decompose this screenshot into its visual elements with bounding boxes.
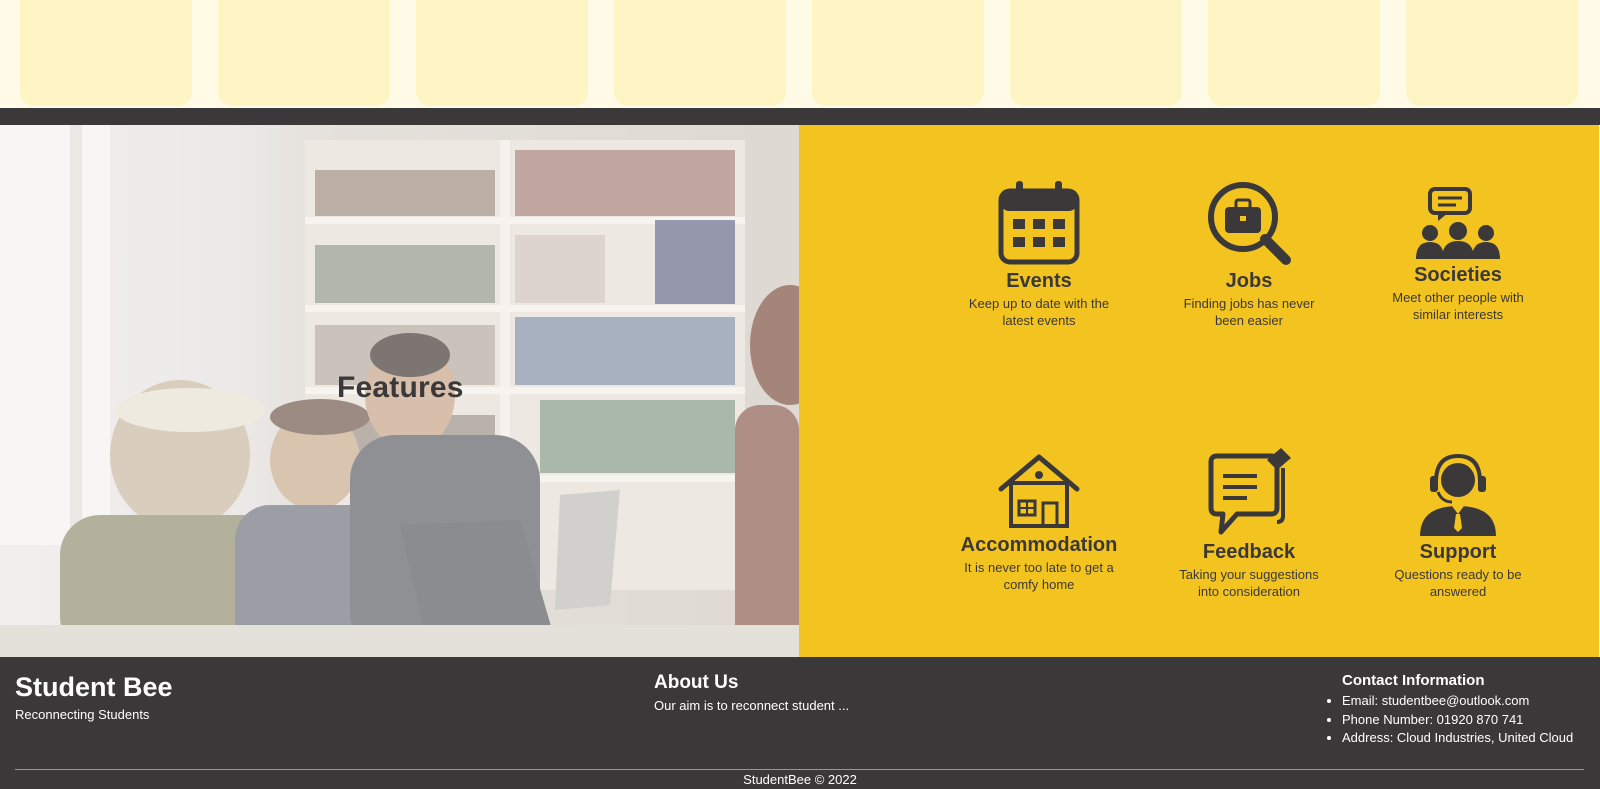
site-footer: Student Bee Reconnecting Students About … bbox=[0, 657, 1600, 789]
feature-card-feedback[interactable]: Feedback Taking your suggestions into co… bbox=[1154, 448, 1344, 600]
footer-brand-tagline: Reconnecting Students bbox=[15, 707, 150, 722]
headset-agent-icon bbox=[1420, 453, 1496, 536]
features-grid: Events Keep up to date with the latest e… bbox=[799, 125, 1599, 657]
contact-address: Address: Cloud Industries, United Cloud bbox=[1342, 729, 1573, 748]
banner-tile bbox=[416, 0, 588, 106]
feature-card-accommodation[interactable]: Accommodation It is never too late to ge… bbox=[944, 453, 1134, 593]
banner-tile bbox=[1406, 0, 1578, 106]
top-banner-strip bbox=[0, 0, 1600, 108]
about-us-text: Our aim is to reconnect student ... bbox=[654, 698, 850, 713]
feature-description: Meet other people with similar interests bbox=[1392, 290, 1524, 322]
banner-tile bbox=[20, 0, 192, 106]
feature-title: Support bbox=[1419, 541, 1497, 563]
feature-card-support[interactable]: Support Questions ready to be answered bbox=[1363, 448, 1553, 600]
feature-description: Keep up to date with the latest events bbox=[968, 296, 1110, 328]
feedback-icon bbox=[1208, 448, 1291, 535]
students-photo: Features bbox=[0, 125, 799, 657]
copyright-text: StudentBee © 2022 bbox=[743, 772, 857, 787]
house-icon bbox=[998, 454, 1080, 528]
group-chat-icon bbox=[1416, 187, 1500, 259]
feature-description: Questions ready to be answered bbox=[1394, 567, 1522, 599]
calendar-icon bbox=[998, 181, 1080, 265]
footer-brand-name: Student Bee bbox=[15, 672, 173, 702]
feature-title: Jobs bbox=[1225, 270, 1273, 292]
briefcase-search-icon bbox=[1208, 182, 1291, 265]
feature-card-jobs[interactable]: Jobs Finding jobs has never been easier bbox=[1154, 181, 1344, 329]
banner-tile bbox=[812, 0, 984, 106]
contact-info-heading: Contact Information bbox=[1342, 672, 1485, 689]
contact-phone[interactable]: Phone Number: 01920 870 741 bbox=[1342, 711, 1573, 730]
feature-title: Accommodation bbox=[960, 534, 1118, 556]
feature-description: Finding jobs has never been easier bbox=[1183, 296, 1315, 328]
header-divider-band bbox=[0, 108, 1600, 125]
feature-card-events[interactable]: Events Keep up to date with the latest e… bbox=[944, 181, 1134, 329]
feature-card-societies[interactable]: Societies Meet other people with similar… bbox=[1363, 187, 1553, 323]
banner-tile bbox=[1010, 0, 1182, 106]
feature-description: Taking your suggestions into considerati… bbox=[1179, 567, 1319, 599]
banner-tile bbox=[614, 0, 786, 106]
features-heading: Features bbox=[337, 371, 464, 404]
feature-title: Feedback bbox=[1202, 541, 1296, 563]
feature-title: Societies bbox=[1414, 264, 1502, 286]
feature-description: It is never too late to get a comfy home bbox=[964, 560, 1114, 592]
about-us-heading: About Us bbox=[654, 672, 739, 693]
banner-tile bbox=[218, 0, 390, 106]
banner-tile bbox=[1208, 0, 1380, 106]
footer-divider bbox=[15, 769, 1584, 770]
contact-info-list: Email: studentbee@outlook.com Phone Numb… bbox=[1326, 692, 1573, 748]
contact-email[interactable]: Email: studentbee@outlook.com bbox=[1342, 692, 1573, 711]
feature-title: Events bbox=[1006, 270, 1072, 292]
